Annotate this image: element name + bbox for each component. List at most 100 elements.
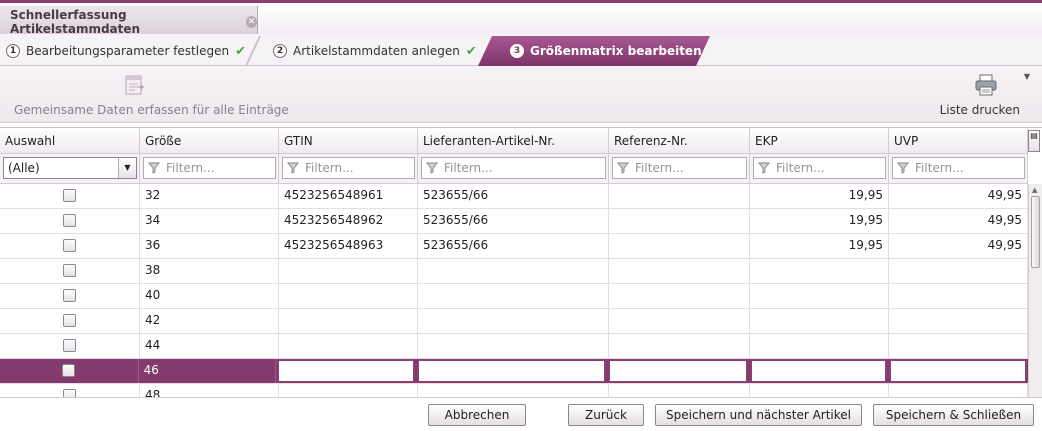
uvp-cell[interactable]: 49,95 [889, 184, 1028, 208]
column-header-size[interactable]: Größe [140, 128, 279, 154]
table-row[interactable]: 40 [0, 284, 1028, 309]
column-header-reference-no[interactable]: Referenz-Nr. [609, 128, 750, 154]
table-row[interactable]: 44 [0, 334, 1028, 359]
save-close-button[interactable]: Speichern & Schließen [873, 404, 1034, 426]
gtin-cell[interactable] [279, 284, 418, 308]
gtin-cell[interactable]: 4523256548963 [279, 234, 418, 258]
size-cell[interactable]: 40 [140, 284, 279, 308]
print-list-button[interactable]: ▼ Liste drucken [940, 72, 1030, 120]
supplier-article-no-cell[interactable] [418, 309, 609, 333]
row-checkbox[interactable] [63, 314, 76, 327]
ekp-cell[interactable] [750, 334, 889, 358]
table-row[interactable]: 36 4523256548963 523655/66 19,95 49,95 [0, 234, 1028, 259]
uvp-cell[interactable] [889, 259, 1028, 283]
scrollbar-thumb[interactable] [1031, 196, 1040, 268]
ekp-cell[interactable] [750, 259, 889, 283]
ekp-cell[interactable] [749, 359, 888, 383]
ekp-cell[interactable] [750, 384, 889, 397]
gtin-cell[interactable] [279, 384, 418, 397]
column-chooser-icon[interactable]: ▤ [1028, 130, 1040, 152]
size-cell[interactable]: 38 [140, 259, 279, 283]
supplier-article-no-cell[interactable] [418, 284, 609, 308]
uvp-cell[interactable]: 49,95 [889, 209, 1028, 233]
size-cell[interactable]: 48 [140, 384, 279, 397]
row-checkbox[interactable] [63, 289, 76, 302]
gtin-cell[interactable] [279, 259, 418, 283]
gtin-cell[interactable] [279, 309, 418, 333]
document-tab[interactable]: Schnellerfassung Artikelstammdaten ✕ [0, 6, 258, 37]
row-checkbox[interactable] [63, 339, 76, 352]
supplier-article-no-cell[interactable]: 523655/66 [418, 184, 609, 208]
save-next-button[interactable]: Speichern und nächster Artikel [655, 404, 862, 426]
table-row[interactable]: 46 [0, 359, 1028, 384]
ekp-cell[interactable]: 19,95 [750, 234, 889, 258]
size-cell[interactable]: 36 [140, 234, 279, 258]
scroll-up-icon[interactable]: ▲ [1032, 186, 1037, 194]
reference-no-cell[interactable] [608, 359, 748, 383]
reference-no-cell[interactable] [609, 384, 750, 397]
uvp-cell[interactable] [889, 284, 1028, 308]
gtin-cell[interactable]: 4523256548962 [279, 209, 418, 233]
supplier-article-no-cell[interactable]: 523655/66 [418, 209, 609, 233]
size-cell[interactable]: 34 [140, 209, 279, 233]
back-button[interactable]: Zurück [568, 404, 644, 426]
reference-no-cell[interactable] [609, 234, 750, 258]
reference-no-cell[interactable] [609, 309, 750, 333]
reference-no-cell[interactable] [609, 334, 750, 358]
uvp-cell[interactable] [889, 334, 1028, 358]
reference-no-filter-input[interactable]: Filtern... [612, 157, 747, 179]
row-checkbox[interactable] [62, 364, 76, 377]
reference-no-cell[interactable] [609, 259, 750, 283]
size-filter-input[interactable]: Filtern... [143, 157, 276, 179]
ekp-filter-input[interactable]: Filtern... [753, 157, 886, 179]
column-header-uvp[interactable]: UVP [889, 128, 1028, 154]
reference-no-cell[interactable] [609, 284, 750, 308]
size-cell[interactable]: 32 [140, 184, 279, 208]
size-cell[interactable]: 46 [139, 359, 277, 383]
supplier-article-no-filter-input[interactable]: Filtern... [421, 157, 606, 179]
table-row[interactable]: 34 4523256548962 523655/66 19,95 49,95 [0, 209, 1028, 234]
column-header-supplier-article-no[interactable]: Lieferanten-Artikel-Nr. [418, 128, 609, 154]
row-checkbox[interactable] [63, 389, 76, 397]
uvp-cell[interactable]: 49,95 [889, 234, 1028, 258]
uvp-filter-input[interactable]: Filtern... [892, 157, 1025, 179]
uvp-cell[interactable] [889, 359, 1028, 383]
common-data-button[interactable]: Gemeinsame Daten erfassen für alle Eintr… [14, 72, 289, 120]
chevron-down-icon[interactable]: ▼ [1024, 72, 1030, 81]
uvp-cell[interactable] [889, 384, 1028, 397]
table-row[interactable]: 38 [0, 259, 1028, 284]
column-header-ekp[interactable]: EKP [750, 128, 889, 154]
table-row[interactable]: 32 4523256548961 523655/66 19,95 49,95 [0, 184, 1028, 209]
table-row[interactable]: 42 [0, 309, 1028, 334]
cancel-button[interactable]: Abbrechen [428, 404, 526, 426]
gtin-cell[interactable] [279, 334, 418, 358]
wizard-step-3[interactable]: 3 Größenmatrix bearbeiten [478, 36, 710, 66]
wizard-step-2[interactable]: 2 Artikelstammdaten anlegen ✔ [273, 36, 477, 66]
row-checkbox[interactable] [63, 214, 76, 227]
table-row[interactable]: 48 [0, 384, 1028, 397]
ekp-cell[interactable] [750, 309, 889, 333]
supplier-article-no-cell[interactable] [418, 259, 609, 283]
selection-filter-select[interactable]: (Alle) ▼ [3, 157, 137, 179]
row-checkbox[interactable] [63, 239, 76, 252]
supplier-article-no-cell[interactable] [418, 334, 609, 358]
reference-no-cell[interactable] [609, 184, 750, 208]
column-header-gtin[interactable]: GTIN [279, 128, 418, 154]
gtin-cell[interactable] [277, 359, 415, 383]
supplier-article-no-cell[interactable]: 523655/66 [418, 234, 609, 258]
vertical-scrollbar[interactable]: ▲ [1028, 184, 1042, 397]
reference-no-cell[interactable] [609, 209, 750, 233]
chevron-down-icon[interactable]: ▼ [118, 158, 136, 178]
size-cell[interactable]: 42 [140, 309, 279, 333]
gtin-cell[interactable]: 4523256548961 [279, 184, 418, 208]
ekp-cell[interactable]: 19,95 [750, 209, 889, 233]
supplier-article-no-cell[interactable] [418, 384, 609, 397]
column-header-selection[interactable]: Auswahl [0, 128, 140, 154]
row-checkbox[interactable] [63, 264, 76, 277]
ekp-cell[interactable] [750, 284, 889, 308]
size-cell[interactable]: 44 [140, 334, 279, 358]
uvp-cell[interactable] [889, 309, 1028, 333]
wizard-step-1[interactable]: 1 Bearbeitungsparameter festlegen ✔ [6, 36, 246, 66]
gtin-filter-input[interactable]: Filtern... [282, 157, 415, 179]
supplier-article-no-cell[interactable] [416, 359, 607, 383]
